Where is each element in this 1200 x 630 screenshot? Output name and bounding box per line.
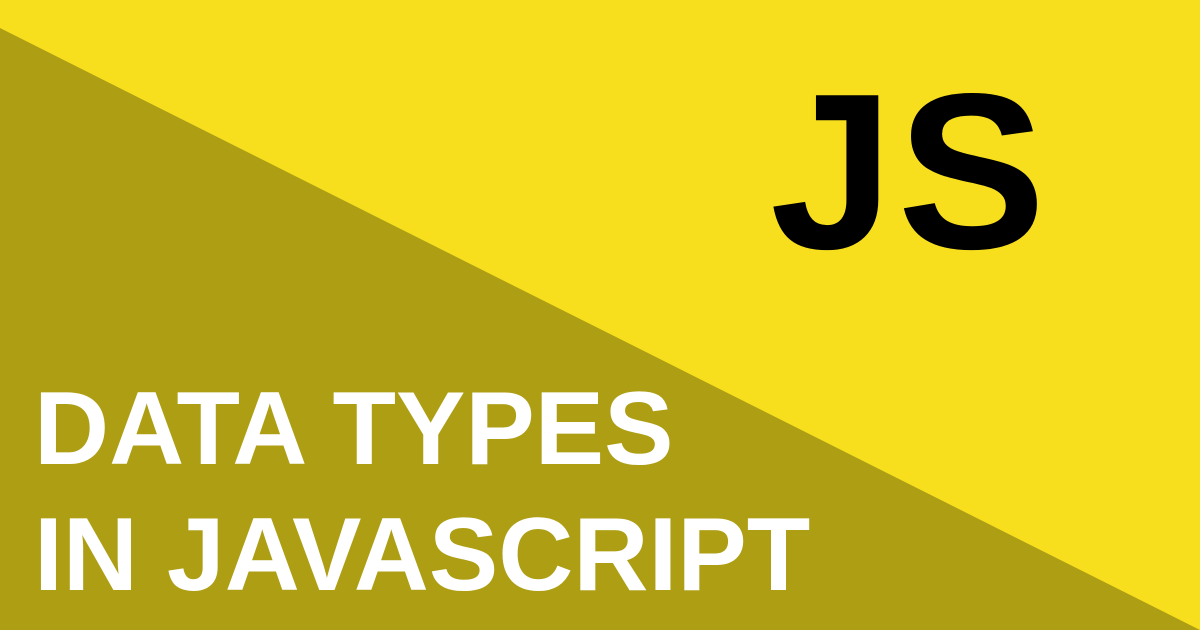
banner: JS DATA TYPES IN JAVASCRIPT bbox=[0, 0, 1200, 630]
headline-line-1: DATA TYPES bbox=[34, 371, 674, 487]
headline: DATA TYPES IN JAVASCRIPT bbox=[34, 366, 810, 618]
js-logo: JS bbox=[770, 48, 1050, 296]
headline-line-2: IN JAVASCRIPT bbox=[34, 497, 811, 613]
